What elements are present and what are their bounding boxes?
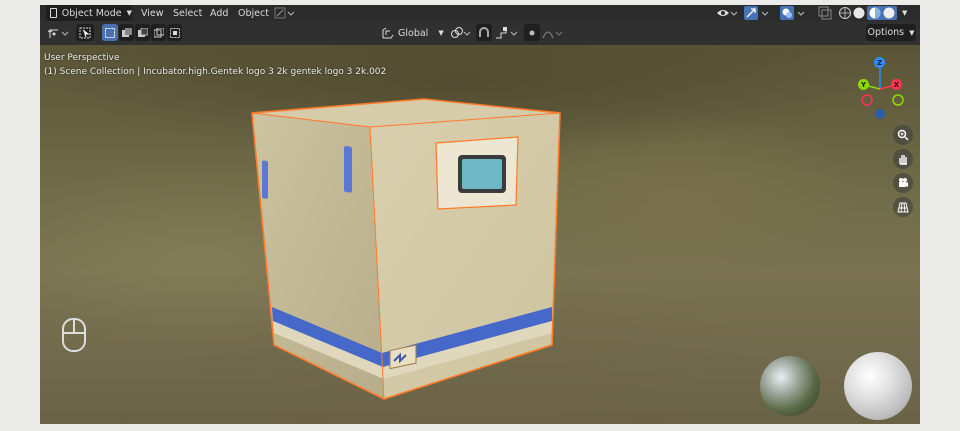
axis-x[interactable]: X bbox=[891, 79, 902, 90]
gizmo-toggle-icon[interactable] bbox=[274, 5, 296, 21]
camera-icon[interactable] bbox=[893, 173, 913, 193]
pivot-point-icon[interactable] bbox=[450, 25, 472, 41]
shading-rendered-icon bbox=[883, 7, 895, 19]
blender-window: Object Mode ▼ View Select Add Object ▼ G… bbox=[40, 5, 920, 424]
navigation-gizmo[interactable]: Z Y X bbox=[852, 55, 908, 119]
shading-options-chevron-icon[interactable]: ▼ bbox=[902, 5, 907, 21]
menu-add[interactable]: Add bbox=[210, 5, 228, 21]
select-tool-icon[interactable] bbox=[76, 24, 94, 41]
proportional-falloff-icon[interactable] bbox=[542, 25, 564, 41]
select-mode-subtract-icon[interactable] bbox=[135, 24, 150, 41]
viewport-header: Object Mode ▼ View Select Add Object ▼ bbox=[40, 5, 920, 21]
object-mode-icon bbox=[50, 8, 57, 18]
hand-icon[interactable] bbox=[893, 149, 913, 169]
select-mode-extend-icon[interactable] bbox=[119, 24, 134, 41]
chevron-down-icon: ▼ bbox=[909, 28, 915, 37]
chevron-down-icon: ▼ bbox=[438, 29, 444, 37]
select-mode-difference-icon[interactable] bbox=[151, 24, 166, 41]
orientation-dropdown[interactable]: Global ▼ bbox=[398, 25, 444, 41]
visibility-icon[interactable] bbox=[716, 5, 738, 21]
proportional-edit-icon[interactable] bbox=[524, 24, 540, 41]
transform-pivot-icon[interactable] bbox=[382, 25, 394, 41]
grid-icon[interactable] bbox=[893, 197, 913, 217]
hdri-preview-sphere bbox=[760, 356, 820, 416]
axis-z[interactable]: Z bbox=[874, 57, 885, 68]
menu-view[interactable]: View bbox=[141, 5, 164, 21]
options-dropdown[interactable]: Options ▼ bbox=[866, 24, 916, 41]
chevron-down-icon: ▼ bbox=[126, 9, 132, 17]
shading-group bbox=[837, 5, 899, 21]
xray-icon[interactable] bbox=[818, 5, 832, 21]
tool-settings-bar: Global ▼ Options ▼ bbox=[40, 21, 920, 45]
gizmo-icon[interactable] bbox=[744, 5, 770, 21]
side-vent-2 bbox=[344, 145, 352, 193]
snap-element-icon[interactable] bbox=[495, 25, 519, 41]
side-vent-1 bbox=[262, 160, 268, 199]
orientation-label: Global bbox=[398, 27, 429, 39]
menu-select[interactable]: Select bbox=[173, 5, 202, 21]
mode-label: Object Mode bbox=[61, 7, 122, 19]
select-mode-new-icon[interactable] bbox=[102, 24, 118, 41]
menu-object[interactable]: Object bbox=[238, 5, 269, 21]
snap-icon[interactable] bbox=[476, 24, 492, 41]
mode-dropdown[interactable]: Object Mode ▼ bbox=[46, 5, 132, 21]
material-preview-sphere bbox=[844, 352, 912, 420]
axis-y[interactable]: Y bbox=[858, 79, 869, 90]
select-mode-intersect-icon[interactable] bbox=[167, 24, 182, 41]
mouse-icon bbox=[62, 318, 86, 352]
zoom-icon[interactable] bbox=[893, 125, 913, 145]
3d-viewport[interactable]: User Perspective (1) Scene Collection | … bbox=[40, 45, 920, 424]
shading-solid-icon bbox=[853, 7, 865, 19]
options-label: Options bbox=[867, 27, 905, 38]
transform-orientation-gizmo-icon[interactable] bbox=[48, 25, 70, 41]
overlay-icon[interactable] bbox=[780, 5, 806, 21]
